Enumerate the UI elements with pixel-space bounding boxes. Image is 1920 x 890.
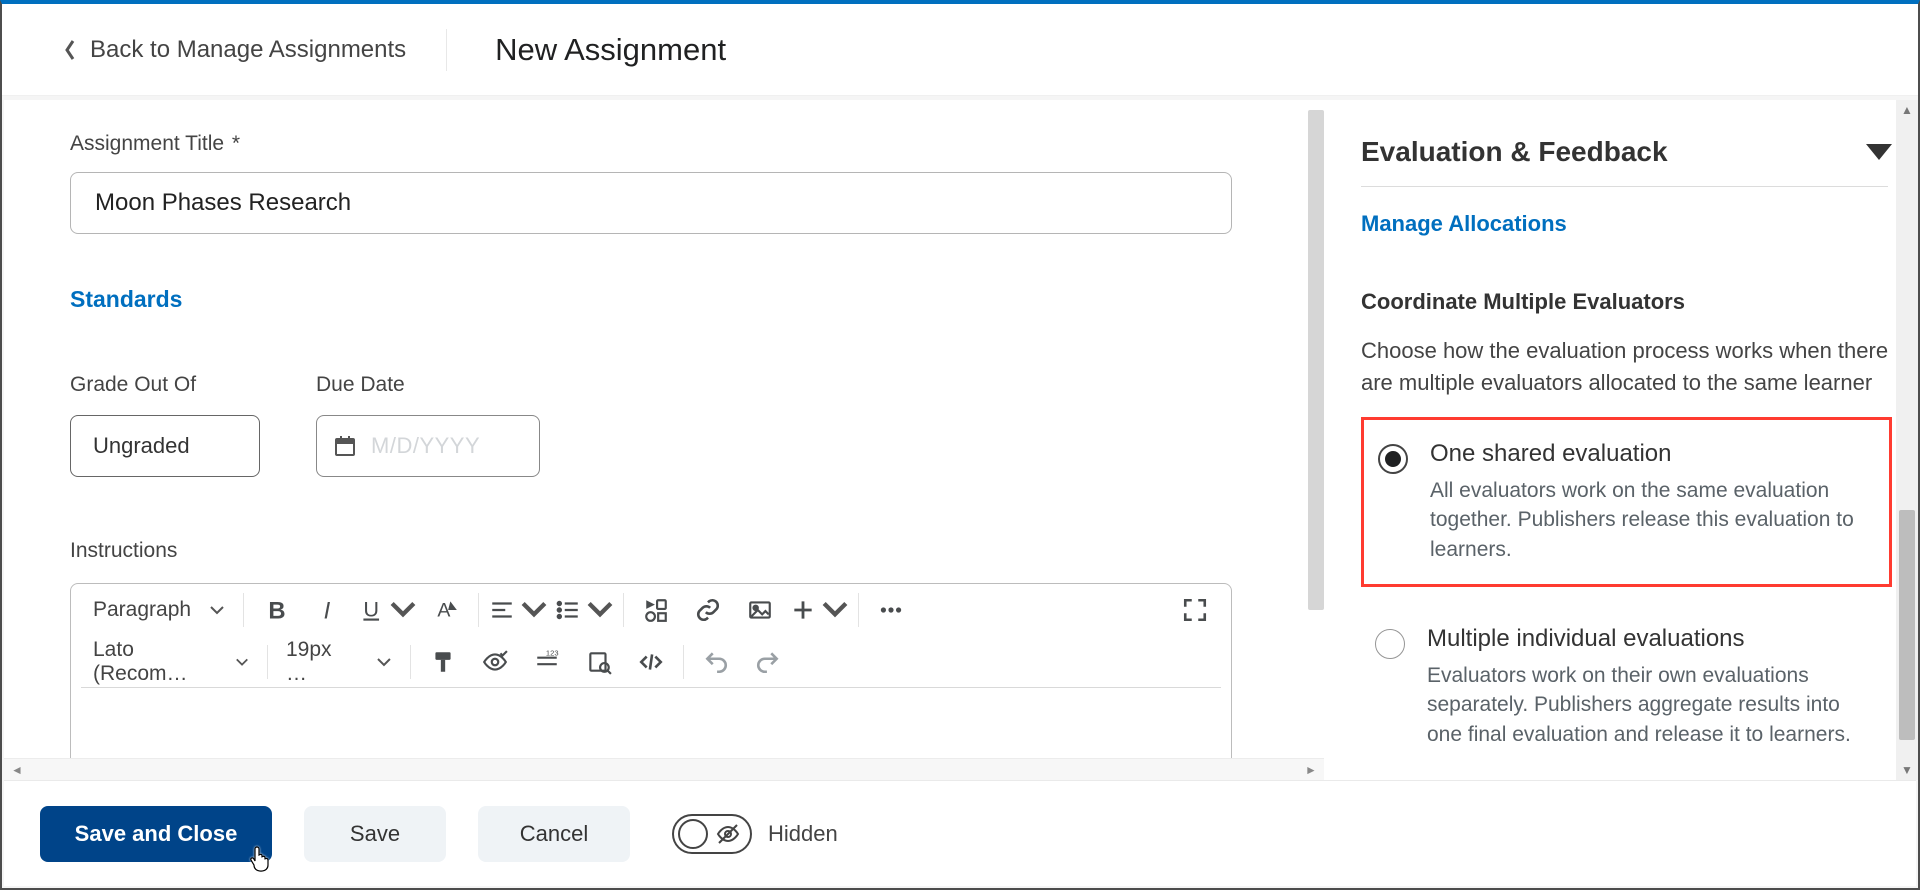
header-separator: [446, 29, 447, 71]
radio-description: All evaluators work on the same evaluati…: [1430, 476, 1875, 564]
redo-button[interactable]: [742, 642, 794, 682]
coordinate-description: Choose how the evaluation process works …: [1361, 335, 1892, 399]
caret-down-icon: [1866, 144, 1892, 160]
svg-text:I: I: [324, 598, 331, 623]
svg-text:A: A: [437, 600, 450, 622]
scroll-up-icon[interactable]: ▲: [1896, 100, 1918, 120]
chevron-left-icon: [64, 39, 76, 61]
source-code-button[interactable]: [625, 642, 677, 682]
font-size-select[interactable]: 19px …: [274, 642, 404, 682]
word-count-button[interactable]: 123: [521, 642, 573, 682]
radio-title: Multiple individual evaluations: [1427, 625, 1878, 653]
panel-title: Evaluation & Feedback: [1361, 136, 1668, 168]
svg-text:U: U: [363, 597, 379, 622]
calendar-icon: [333, 434, 357, 458]
save-button[interactable]: Save: [304, 806, 446, 862]
due-date-field[interactable]: M/D/YYYY: [316, 415, 540, 477]
back-link[interactable]: Back to Manage Assignments: [2, 4, 446, 95]
italic-button[interactable]: I: [302, 590, 354, 630]
assignment-title-input[interactable]: [70, 172, 1232, 234]
insert-image-button[interactable]: [734, 590, 786, 630]
font-family-select[interactable]: Lato (Recom…: [81, 642, 261, 682]
footer-bar: Save and Close Save Cancel Hidden: [4, 780, 1916, 886]
required-marker: *: [232, 132, 240, 155]
editor-toolbar-row-2: Lato (Recom… 19px …: [81, 636, 1221, 688]
grade-label: Grade Out Of: [70, 373, 260, 397]
insert-more-button[interactable]: [786, 590, 852, 630]
svg-text:123: 123: [546, 649, 559, 658]
insert-stuff-button[interactable]: [630, 590, 682, 630]
due-date-placeholder: M/D/YYYY: [371, 433, 480, 459]
grade-field[interactable]: Ungraded: [70, 415, 260, 477]
scroll-down-icon[interactable]: ▼: [1896, 760, 1918, 780]
back-link-label: Back to Manage Assignments: [90, 36, 406, 64]
left-pane-bottom-scrollbar[interactable]: ◄ ►: [4, 758, 1324, 780]
undo-button[interactable]: [690, 642, 742, 682]
due-date-label: Due Date: [316, 373, 540, 397]
panel-divider: [1361, 186, 1888, 187]
side-panel: Evaluation & Feedback Manage Allocations…: [1324, 100, 1916, 780]
editor-toolbar-row-1: Paragraph B I U A: [71, 584, 1231, 636]
hidden-eye-icon: [716, 822, 740, 846]
assignment-title-label: Assignment Title *: [70, 132, 1264, 156]
block-format-select[interactable]: Paragraph: [81, 590, 237, 630]
insert-link-button[interactable]: [682, 590, 734, 630]
manage-allocations-link[interactable]: Manage Allocations: [1361, 211, 1567, 236]
right-pane-scrollbar[interactable]: ▲ ▼: [1896, 100, 1918, 780]
instructions-label: Instructions: [70, 539, 1264, 563]
bold-button[interactable]: B: [250, 590, 302, 630]
radio-input[interactable]: [1375, 629, 1405, 659]
toggle-knob: [678, 819, 708, 849]
standards-link[interactable]: Standards: [70, 286, 182, 313]
cursor-pointer-icon: [246, 844, 274, 872]
radio-one-shared-evaluation[interactable]: One shared evaluation All evaluators wor…: [1361, 417, 1892, 587]
panel-header[interactable]: Evaluation & Feedback: [1361, 118, 1892, 186]
visibility-label: Hidden: [768, 821, 838, 847]
preview-button[interactable]: [573, 642, 625, 682]
coordinate-heading: Coordinate Multiple Evaluators: [1361, 289, 1892, 315]
format-painter-button[interactable]: [417, 642, 469, 682]
underline-button[interactable]: U: [354, 590, 420, 630]
grade-value: Ungraded: [93, 433, 190, 459]
radio-multiple-individual-evaluations[interactable]: Multiple individual evaluations Evaluato…: [1361, 605, 1892, 769]
scroll-right-icon[interactable]: ►: [1302, 761, 1320, 779]
radio-title: One shared evaluation: [1430, 440, 1875, 468]
list-button[interactable]: [551, 590, 617, 630]
scrollbar-thumb[interactable]: [1899, 510, 1915, 740]
page-header: Back to Manage Assignments New Assignmen…: [2, 4, 1918, 96]
page-title: New Assignment: [495, 32, 726, 68]
radio-description: Evaluators work on their own evaluations…: [1427, 661, 1878, 749]
more-actions-button[interactable]: [865, 590, 917, 630]
cancel-button[interactable]: Cancel: [478, 806, 630, 862]
svg-text:B: B: [268, 598, 285, 623]
main-form: Assignment Title * Standards Grade Out O…: [4, 100, 1324, 780]
save-and-close-button[interactable]: Save and Close: [40, 806, 272, 862]
visibility-toggle[interactable]: [672, 814, 752, 854]
fullscreen-button[interactable]: [1169, 590, 1221, 630]
text-color-button[interactable]: A: [420, 590, 472, 630]
scroll-left-icon[interactable]: ◄: [8, 761, 26, 779]
radio-input[interactable]: [1378, 444, 1408, 474]
rich-text-editor[interactable]: Paragraph B I U A: [70, 583, 1232, 785]
accessibility-checker-button[interactable]: [469, 642, 521, 682]
chevron-down-icon: [209, 604, 225, 616]
align-button[interactable]: [485, 590, 551, 630]
